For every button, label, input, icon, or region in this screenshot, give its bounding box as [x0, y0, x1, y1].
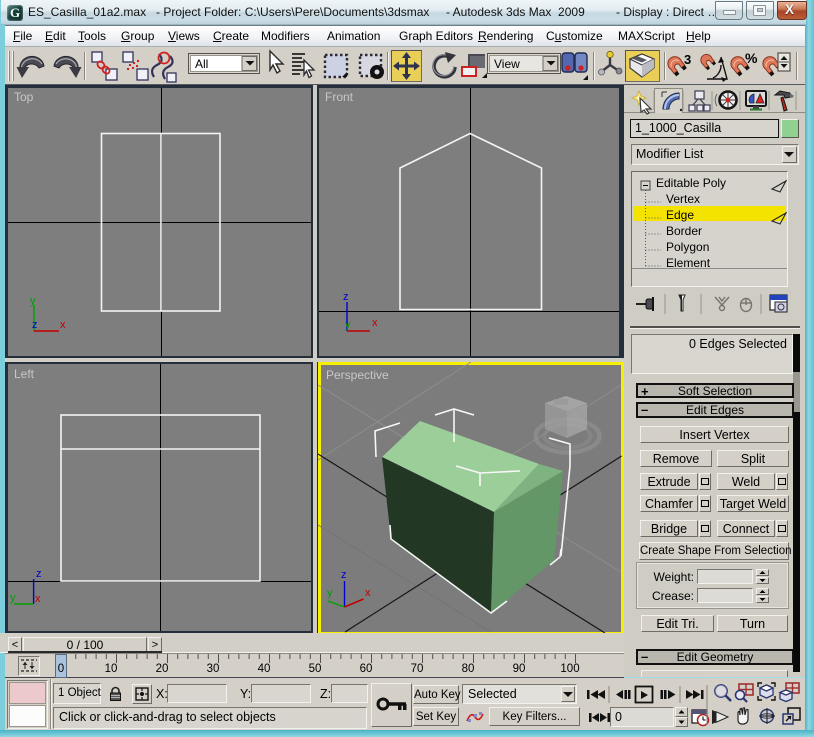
svg-text:All: All — [195, 57, 208, 71]
svg-text:z: z — [341, 569, 347, 581]
svg-text:Front: Front — [325, 90, 354, 104]
svg-text:z: z — [343, 291, 349, 303]
svg-text:z: z — [36, 568, 42, 580]
svg-text:Top: Top — [14, 90, 34, 104]
svg-text:x: x — [60, 319, 66, 331]
svg-text:y: y — [30, 295, 36, 307]
svg-text:%: % — [745, 50, 758, 66]
svg-text:y: y — [327, 587, 333, 599]
svg-text:View: View — [494, 57, 520, 71]
svg-text:y: y — [10, 592, 16, 604]
svg-text:z: z — [32, 319, 38, 331]
svg-text:x: x — [35, 593, 41, 605]
svg-text:y: y — [345, 319, 351, 331]
svg-text:Left: Left — [14, 367, 35, 381]
svg-text:3: 3 — [684, 52, 691, 67]
svg-text:x: x — [365, 587, 371, 599]
svg-text:x: x — [372, 317, 378, 329]
svg-text:Perspective: Perspective — [326, 368, 389, 382]
